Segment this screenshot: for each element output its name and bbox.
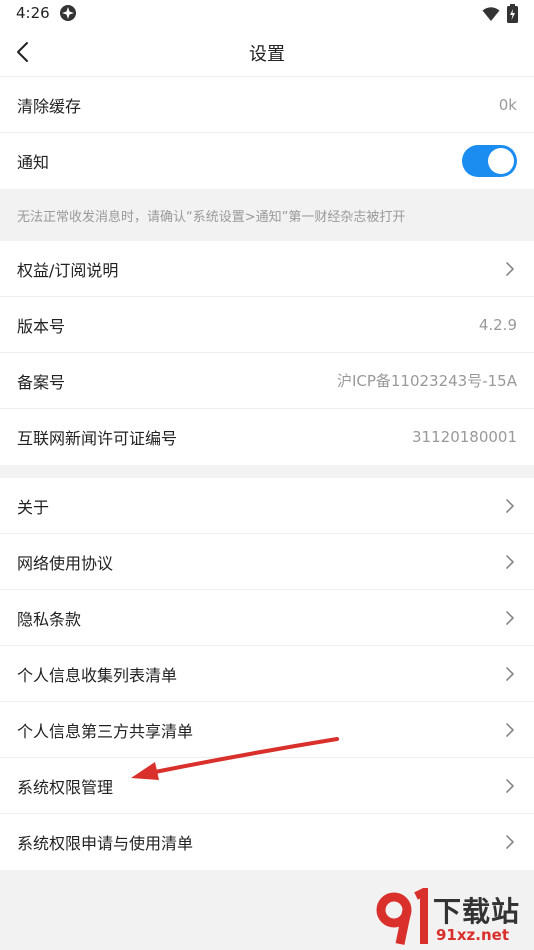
- chevron-right-icon: [506, 554, 514, 569]
- page-title: 设置: [249, 44, 285, 65]
- settings-group-info: 权益/订阅说明 版本号 4.2.9 备案号 沪ICP备11023243号-15A…: [0, 241, 534, 465]
- watermark-url: 91xz.net: [436, 926, 510, 944]
- chevron-right-icon: [506, 722, 514, 737]
- row-label: 个人信息收集列表清单: [17, 665, 178, 685]
- row-label: 权益/订阅说明: [17, 260, 119, 280]
- status-time: 4:26: [16, 4, 50, 22]
- battery-icon: [507, 4, 518, 23]
- icp-record-row: 备案号 沪ICP备11023243号-15A: [0, 353, 534, 409]
- cache-size-value: 0k: [498, 95, 517, 114]
- list-item-personal-info-list[interactable]: 个人信息收集列表清单: [0, 646, 534, 702]
- list-item-about[interactable]: 关于: [0, 478, 534, 534]
- chevron-right-icon: [506, 835, 514, 849]
- nav-bar: 设置: [0, 28, 534, 77]
- list-item-permission-usage-list[interactable]: 系统权限申请与使用清单: [0, 814, 534, 870]
- icp-record-value: 沪ICP备11023243号-15A: [336, 372, 517, 390]
- chevron-right-icon: [506, 666, 514, 681]
- clear-cache-row[interactable]: 清除缓存 0k: [0, 77, 534, 133]
- row-label: 隐私条款: [17, 609, 82, 629]
- notification-hint: 无法正常收发消息时，请确认“系统设置>通知”第一财经杂志被打开: [0, 189, 534, 240]
- settings-group-cache-notify: 清除缓存 0k 通知: [0, 77, 534, 189]
- chevron-right-icon: [506, 498, 514, 513]
- status-bar: 4:26: [0, 0, 534, 28]
- chevron-right-icon: [506, 261, 514, 276]
- settings-group-legal: 关于 网络使用协议 隐私条款 个人信息收集列表清单 个人信息第三方共享清单 系统…: [0, 478, 534, 870]
- version-value: 4.2.9: [478, 315, 517, 334]
- row-label: 版本号: [17, 316, 66, 336]
- watermark-logo: 下载站 91xz.net: [372, 888, 532, 948]
- wifi-icon: [482, 7, 500, 21]
- subscription-info-row[interactable]: 权益/订阅说明: [0, 241, 534, 297]
- notify-toggle[interactable]: [462, 145, 517, 177]
- chevron-right-icon: [506, 610, 514, 625]
- chevron-right-icon: [506, 778, 514, 793]
- news-license-value: 31120180001: [412, 428, 517, 446]
- row-label: 关于: [17, 497, 50, 517]
- watermark-text: 下载站: [433, 895, 521, 928]
- version-row: 版本号 4.2.9: [0, 297, 534, 353]
- notify-row: 通知: [0, 133, 534, 189]
- list-item-privacy[interactable]: 隐私条款: [0, 590, 534, 646]
- watermark-91-icon: [376, 888, 428, 945]
- clear-cache-label: 清除缓存: [17, 96, 82, 116]
- row-label: 备案号: [17, 372, 66, 392]
- toggle-knob: [488, 148, 514, 174]
- news-license-row: 互联网新闻许可证编号 31120180001: [0, 409, 534, 465]
- annotation-arrow-icon: [131, 737, 339, 780]
- sync-status-icon: [60, 5, 76, 21]
- row-label: 系统权限申请与使用清单: [17, 834, 194, 853]
- row-label: 互联网新闻许可证编号: [17, 429, 178, 448]
- list-item-network-agreement[interactable]: 网络使用协议: [0, 534, 534, 590]
- row-label: 网络使用协议: [17, 553, 114, 573]
- notify-label: 通知: [17, 153, 50, 172]
